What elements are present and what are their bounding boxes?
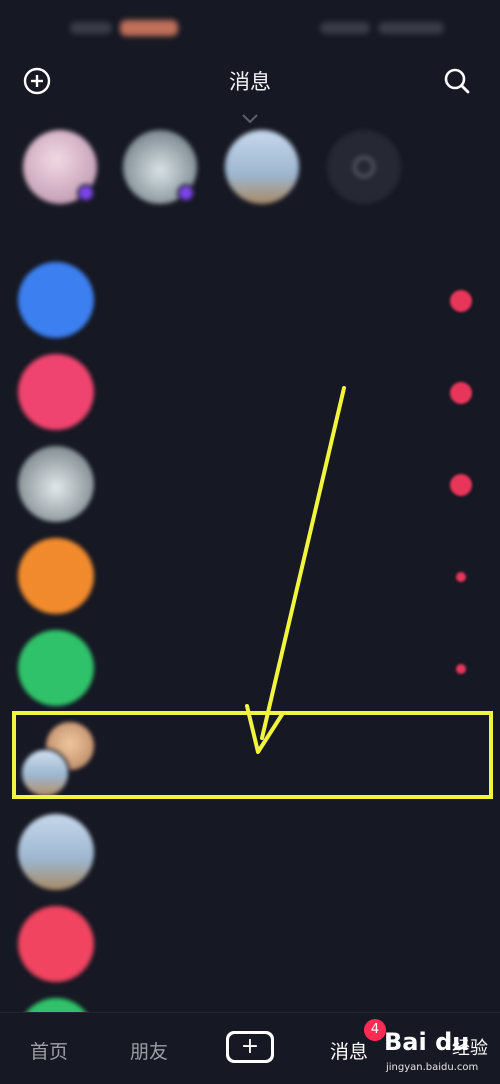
friend-avatar-item[interactable]	[120, 130, 200, 212]
unread-badge	[450, 382, 472, 404]
watermark-label: 经验	[452, 1038, 488, 1059]
annotation-highlight-box	[12, 711, 493, 799]
tab-friends[interactable]: 朋友	[130, 1037, 168, 1064]
unread-badge	[450, 290, 472, 312]
search-icon	[444, 68, 470, 94]
tab-messages[interactable]: 消息	[330, 1037, 368, 1064]
list-item[interactable]	[0, 624, 500, 716]
avatar	[18, 262, 94, 338]
unread-badge	[450, 474, 472, 496]
status-badge	[77, 184, 95, 202]
avatar	[123, 130, 197, 204]
header: 消息	[0, 58, 500, 102]
avatar	[225, 130, 299, 204]
status-bar	[0, 0, 500, 58]
status-network	[320, 22, 370, 34]
more-friends-item[interactable]	[324, 130, 404, 212]
avatar	[23, 130, 97, 204]
unread-badge	[456, 572, 466, 582]
avatar	[18, 354, 94, 430]
list-item[interactable]	[0, 256, 500, 348]
plus-icon: +	[229, 1034, 271, 1060]
search-button[interactable]	[440, 64, 474, 98]
avatar	[18, 906, 94, 982]
friend-avatar-item[interactable]	[20, 130, 100, 212]
status-time	[70, 22, 112, 34]
list-item[interactable]	[0, 808, 500, 900]
friend-avatar-item[interactable]	[222, 130, 302, 212]
list-item[interactable]	[0, 532, 500, 624]
friends-row	[0, 130, 500, 240]
tab-home[interactable]: 首页	[30, 1037, 68, 1064]
status-badge	[177, 184, 195, 202]
unread-badge	[456, 664, 466, 674]
avatar	[18, 630, 94, 706]
avatar	[18, 814, 94, 890]
avatar	[18, 538, 94, 614]
create-button[interactable]: +	[226, 1031, 274, 1063]
page-title: 消息	[229, 70, 271, 94]
list-item[interactable]	[0, 348, 500, 440]
status-notification-icons	[120, 20, 178, 36]
list-item[interactable]	[0, 440, 500, 532]
more-icon	[327, 130, 401, 204]
status-battery	[378, 22, 444, 34]
avatar	[18, 446, 94, 522]
watermark-url: jingyan.baidu.com	[386, 1062, 479, 1073]
chevron-down-icon[interactable]	[238, 112, 262, 126]
baidu-watermark: Bai du 经验 jingyan.baidu.com	[380, 1026, 498, 1082]
list-item[interactable]	[0, 900, 500, 992]
